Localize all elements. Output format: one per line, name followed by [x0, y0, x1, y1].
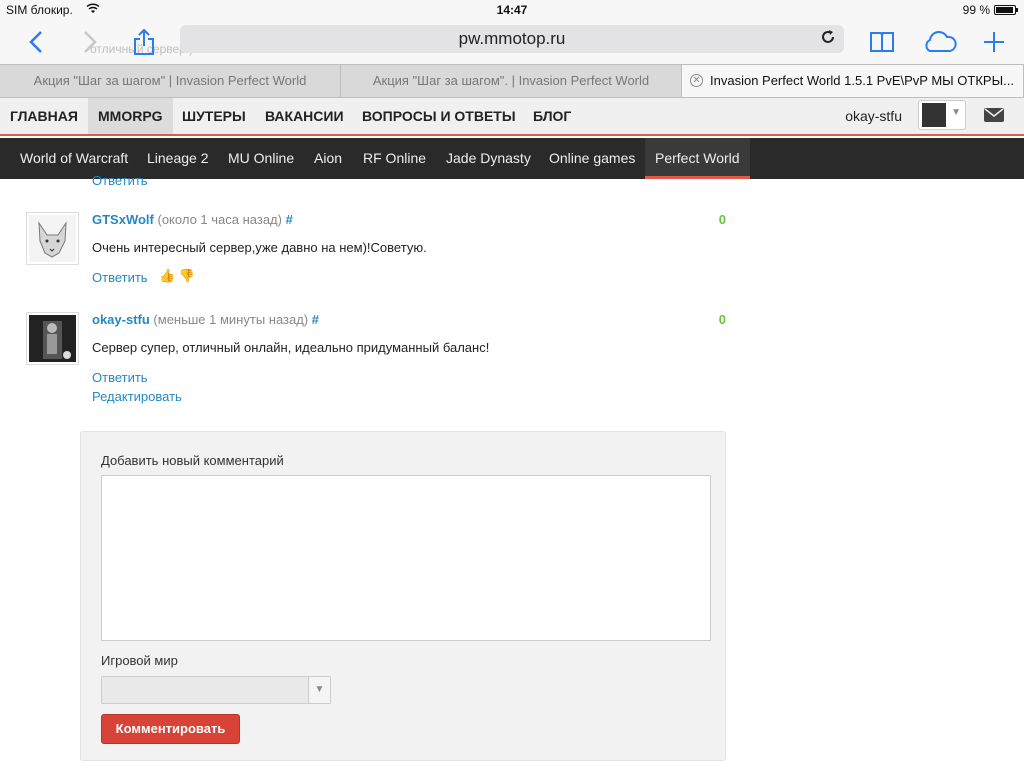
- cloud-icon[interactable]: [920, 20, 960, 64]
- close-tab-icon[interactable]: ✕: [690, 74, 703, 87]
- comment-score: 0: [718, 212, 726, 227]
- address-bar[interactable]: pw.mmotop.ru: [180, 25, 844, 53]
- subnav-item-online-games[interactable]: Online games: [539, 138, 645, 179]
- status-bar: SIM блокир. 14:47 99 %: [0, 0, 1024, 20]
- comment-time: (меньше 1 минуты назад): [153, 312, 309, 327]
- new-tab-icon[interactable]: [974, 20, 1014, 64]
- subnav-item-rf-online[interactable]: RF Online: [353, 138, 436, 179]
- comment-time: (около 1 часа назад): [157, 212, 282, 227]
- tab-1[interactable]: Акция "Шаг за шагом" | Invasion Perfect …: [0, 65, 341, 97]
- vote-controls: 👍 👎: [159, 268, 195, 284]
- world-select[interactable]: ▼: [101, 676, 331, 704]
- avatar[interactable]: [26, 312, 79, 365]
- browser-toolbar: отличный сервер!) pw.mmotop.ru: [0, 20, 1024, 64]
- reload-icon[interactable]: [820, 25, 836, 53]
- submit-comment-button[interactable]: Комментировать: [101, 714, 240, 744]
- comment-author[interactable]: okay-stfu: [92, 312, 150, 327]
- avatar[interactable]: [26, 212, 79, 265]
- url-text: pw.mmotop.ru: [458, 29, 566, 48]
- back-icon[interactable]: [16, 20, 56, 64]
- bookmarks-icon[interactable]: [862, 20, 902, 64]
- subnav-item-mu-online[interactable]: MU Online: [218, 138, 304, 179]
- main-nav: ГЛАВНАЯ MMORPG ШУТЕРЫ ВАКАНСИИ ВОПРОСЫ И…: [0, 98, 1024, 136]
- edit-link[interactable]: Редактировать: [92, 389, 182, 404]
- battery-percent: 99 %: [962, 3, 990, 17]
- world-label: Игровой мир: [101, 653, 178, 668]
- nav-item-shooters[interactable]: ШУТЕРЫ: [172, 98, 256, 134]
- comment-permalink[interactable]: #: [286, 212, 293, 227]
- comment-form: Добавить новый комментарий Игровой мир ▼…: [80, 431, 726, 761]
- thumbs-down-icon[interactable]: 👎: [179, 268, 195, 283]
- tab-2[interactable]: Акция "Шаг за шагом". | Invasion Perfect…: [341, 65, 682, 97]
- games-subnav: World of Warcraft Lineage 2 MU Online Ai…: [0, 138, 1024, 179]
- avatar: [922, 103, 946, 127]
- nav-item-vacancies[interactable]: ВАКАНСИИ: [255, 98, 354, 134]
- battery-icon: [994, 5, 1018, 15]
- wolf-avatar-image: [29, 215, 76, 262]
- username-label[interactable]: okay-stfu: [845, 108, 902, 124]
- reply-link[interactable]: Ответить: [92, 173, 148, 188]
- mail-icon[interactable]: [984, 106, 1004, 127]
- chevron-down-icon: ▼: [308, 677, 330, 703]
- reply-link[interactable]: Ответить: [92, 270, 148, 285]
- thumbs-up-icon[interactable]: 👍: [159, 268, 175, 283]
- subnav-item-lineage2[interactable]: Lineage 2: [137, 138, 219, 179]
- comment-author-line: GTSxWolf (около 1 часа назад) #: [92, 212, 293, 227]
- comment-text: Сервер супер, отличный онлайн, идеально …: [92, 340, 490, 355]
- user-avatar-image: [29, 315, 76, 362]
- nav-item-blog[interactable]: БЛОГ: [523, 98, 581, 134]
- share-icon[interactable]: [124, 20, 164, 64]
- comment-textarea[interactable]: [101, 475, 711, 641]
- nav-item-home[interactable]: ГЛАВНАЯ: [0, 98, 88, 134]
- comment-text: Очень интересный сервер,уже давно на нем…: [92, 240, 427, 255]
- form-title: Добавить новый комментарий: [101, 453, 284, 468]
- tab-3-active[interactable]: ✕ Invasion Perfect World 1.5.1 PvE\PvP М…: [682, 65, 1024, 97]
- tab-bar: Акция "Шаг за шагом" | Invasion Perfect …: [0, 64, 1024, 98]
- tab-3-label: Invasion Perfect World 1.5.1 PvE\PvP МЫ …: [710, 73, 1014, 88]
- comment-author-line: okay-stfu (меньше 1 минуты назад) #: [92, 312, 319, 327]
- nav-item-mmorpg[interactable]: MMORPG: [88, 98, 173, 134]
- comment-permalink[interactable]: #: [312, 312, 319, 327]
- subnav-item-perfect-world[interactable]: Perfect World: [645, 138, 750, 179]
- reply-link[interactable]: Ответить: [92, 370, 148, 385]
- nav-item-qa[interactable]: ВОПРОСЫ И ОТВЕТЫ: [352, 98, 526, 134]
- chevron-down-icon: ▼: [951, 107, 961, 118]
- subnav-item-aion[interactable]: Aion: [304, 138, 352, 179]
- subnav-item-jade-dynasty[interactable]: Jade Dynasty: [436, 138, 541, 179]
- comment-score: 0: [718, 312, 726, 327]
- status-time: 14:47: [496, 3, 528, 17]
- comment-author[interactable]: GTSxWolf: [92, 212, 154, 227]
- user-menu-dropdown[interactable]: ▼: [918, 100, 966, 130]
